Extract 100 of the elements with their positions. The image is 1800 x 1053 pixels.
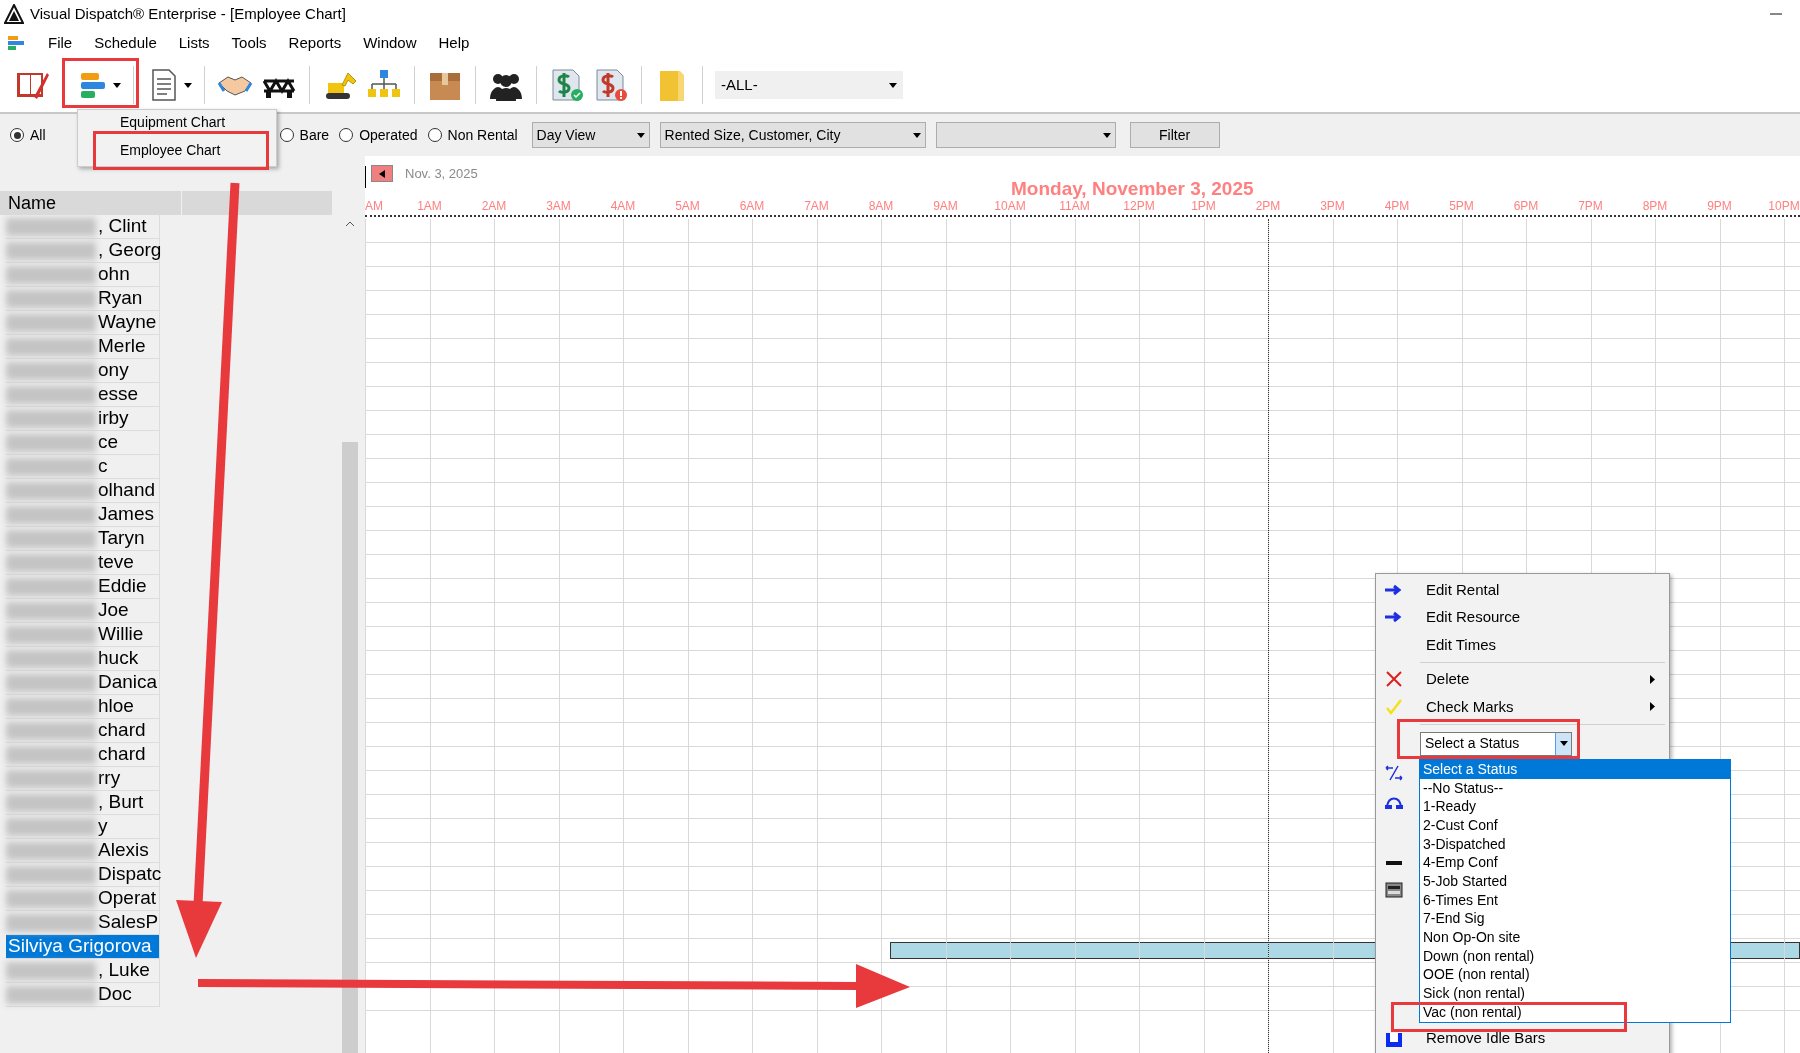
employee-list-item[interactable]: chard [6,743,160,767]
caret-icon [889,82,897,88]
previous-day-button[interactable] [371,165,393,183]
menu-item[interactable]: Edit Rental [1376,576,1669,604]
employee-list-item[interactable]: Silviya Grigorova [6,935,160,959]
employee-list-item[interactable]: Willie [6,623,160,647]
employee-list-item[interactable]: c [6,455,160,479]
date-label: Nov. 3, 2025 [405,165,478,183]
employee-list-item[interactable]: , Clint [6,215,160,239]
dash-icon [1386,860,1402,865]
hour-label: 1AM [417,200,442,212]
dropdown-option[interactable]: 5-Job Started [1420,872,1730,891]
employee-list-item[interactable]: SalesP [6,911,160,935]
dollar-alert-icon[interactable] [593,67,629,103]
menu-item[interactable]: Reports [288,31,342,55]
caret-icon [184,82,192,88]
employee-list-item[interactable]: , Georg [6,239,160,263]
dropdown-option[interactable]: 2-Cust Conf [1420,816,1730,835]
employee-list-item[interactable]: ony [6,359,160,383]
menu-item[interactable]: Schedule [94,31,157,55]
dropdown-option[interactable]: Non Op-On site [1420,928,1730,947]
left-arrow-icon [379,169,385,178]
submenu-arrow-icon [1650,674,1655,684]
menu-item[interactable]: Delete [1376,665,1669,693]
status-combo[interactable]: Select a Status [1420,731,1572,756]
hour-label: 3AM [546,200,571,212]
employee-list-item[interactable]: irby [6,407,160,431]
employee-list-item[interactable]: , Luke [6,959,160,983]
employee-list-item[interactable]: Doc [6,983,160,1007]
radio-option[interactable]: Bare [279,124,330,146]
radio-option[interactable]: Non Rental [427,124,518,146]
dropdown-option[interactable]: 3-Dispatched [1420,834,1730,854]
caret-icon [636,132,645,138]
employee-list-item[interactable]: Dispatc [6,863,160,887]
scroll-thumb[interactable] [342,442,358,1053]
hour-label: 10AM [994,200,1026,212]
menu-item[interactable]: Help [438,31,470,55]
employee-list-item[interactable]: olhand [6,479,160,503]
employee-list-item[interactable]: Taryn [6,527,160,551]
window-title: Visual Dispatch® Enterprise - [Employee Chart] [30,3,346,24]
employee-list-item[interactable]: James [6,503,160,527]
employee-list-item[interactable]: Eddie [6,575,160,599]
menu-item[interactable]: Edit Resource [1376,603,1669,631]
hour-label: 8AM [868,200,894,212]
employee-list-item[interactable]: Ryan [6,287,160,311]
employee-list-item[interactable]: Merle [6,335,160,359]
swap-arrows-icon [1384,764,1404,783]
hour-label: 11AM [1059,200,1090,212]
employee-list-item[interactable]: chard [6,719,160,743]
menu-item[interactable]: Window [363,31,417,55]
employee-list-item[interactable]: esse [6,383,160,407]
menu-item[interactable]: Employee Chart [120,141,221,159]
dropdown-option[interactable]: --No Status-- [1420,778,1730,798]
employee-list-item[interactable]: Wayne [6,311,160,335]
employee-list-item[interactable]: Alexis [6,839,160,863]
dollar-check-icon[interactable] [549,67,585,103]
dropdown-option[interactable]: Select a Status [1420,760,1730,779]
employee-list-item[interactable]: Danica [6,671,160,695]
hour-label: 2PM [1255,200,1281,212]
filter-button[interactable]: Filter [1129,122,1220,148]
menu-item[interactable]: Check Marks [1376,693,1669,721]
dropdown-option[interactable]: Sick (non rental) [1420,984,1730,1003]
sort-select[interactable]: Rented Size, Customer, City [659,122,926,148]
menu-item[interactable]: Equipment Chart [120,113,226,131]
dropdown-option[interactable]: 6-Times Ent [1420,890,1730,910]
employee-list-item[interactable]: Operat [6,887,160,911]
employee-list-item[interactable]: huck [6,647,160,671]
radio-option[interactable]: Operated [339,124,418,146]
filter-combo[interactable]: -ALL- [715,71,903,99]
app-menu-icon[interactable] [8,35,26,51]
dropdown-option[interactable]: 4-Emp Conf [1420,853,1730,873]
menu-item[interactable]: Lists [178,31,210,55]
hour-label: 9AM [933,200,958,212]
employee-list-item[interactable]: rry [6,767,160,791]
column-header[interactable]: Name [0,191,182,215]
menu-item[interactable]: Tools [231,31,267,55]
employee-list-item[interactable]: teve [6,551,160,575]
scroll-up-icon[interactable] [345,221,355,227]
radio-option[interactable]: All [10,124,46,146]
caret-icon [113,82,121,88]
menu-item[interactable]: Edit Times [1376,631,1669,659]
employee-list-item[interactable]: Joe [6,599,160,623]
caret-icon [1102,132,1111,138]
dropdown-option[interactable]: 7-End Sig [1420,909,1730,929]
hour-label: 12PM [1123,200,1155,212]
employee-list-item[interactable]: ohn [6,263,160,287]
employee-list-item[interactable]: hloe [6,695,160,719]
hour-label: 6AM [739,200,765,212]
hour-label: 7PM [1578,200,1603,212]
dropdown-option[interactable]: 1-Ready [1420,797,1730,817]
dropdown-option[interactable]: OOE (non rental) [1420,965,1730,985]
hour-label: 8PM [1642,200,1668,212]
menu-item[interactable]: File [48,31,73,55]
view-select[interactable]: Day View [531,122,650,148]
dropdown-option[interactable]: Down (non rental) [1420,946,1730,966]
employee-list-item[interactable]: , Burt [6,791,160,815]
employee-list-item[interactable]: ce [6,431,160,455]
employee-list-item[interactable]: y [6,815,160,839]
day-title: Monday, November 3, 2025 [1011,179,1254,198]
hour-label: 4AM [610,200,636,212]
